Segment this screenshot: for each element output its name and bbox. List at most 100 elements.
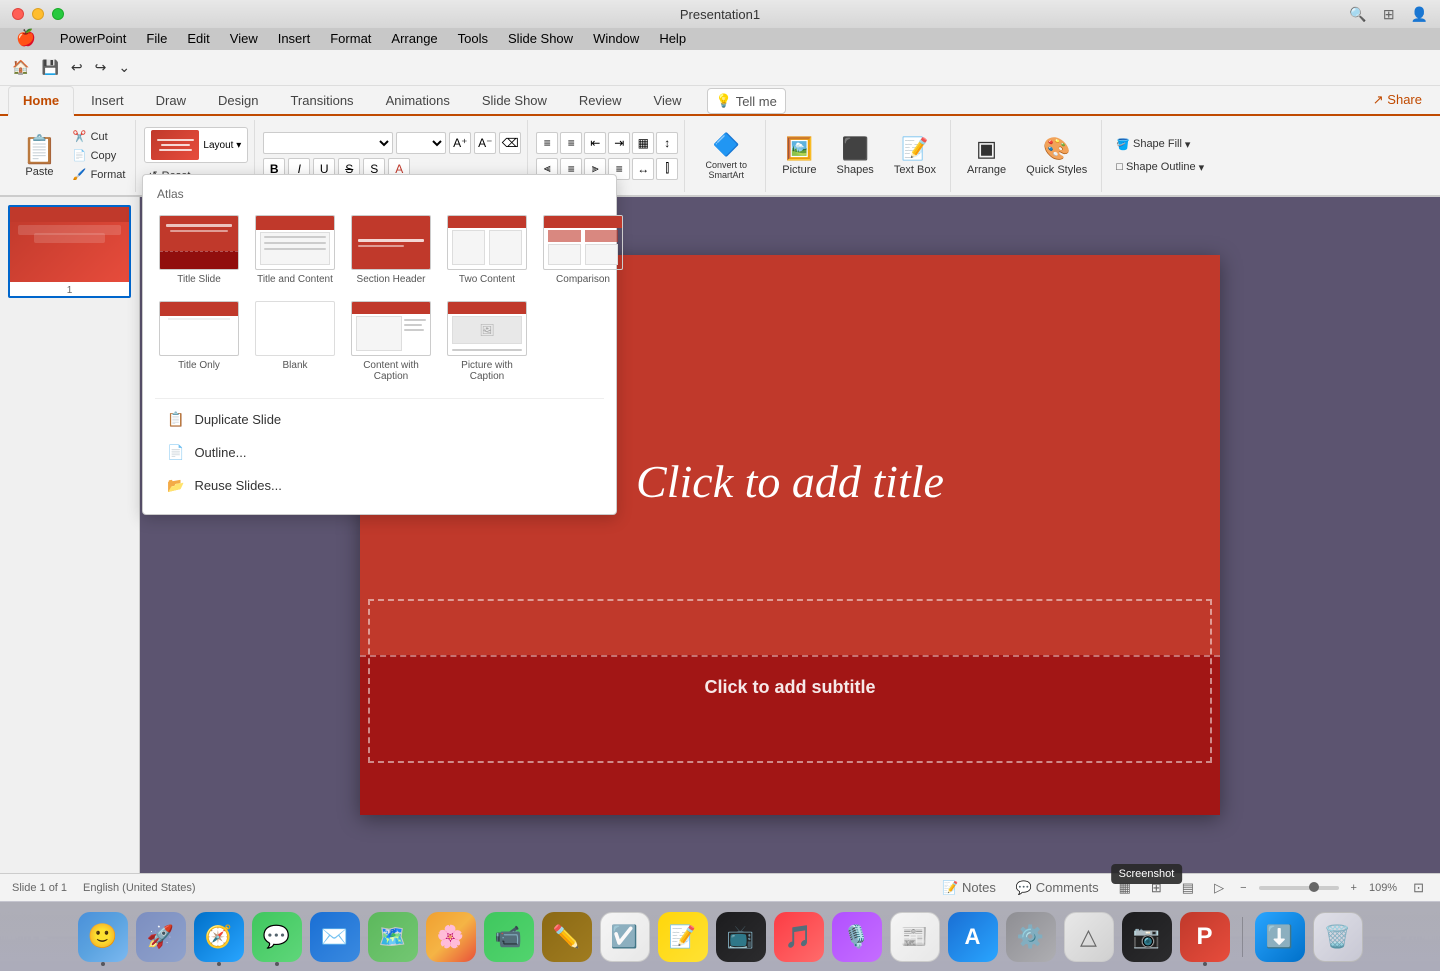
dock-music[interactable]: 🎵 bbox=[774, 912, 824, 962]
undo-icon[interactable]: ↩ bbox=[67, 57, 87, 78]
layout-blank[interactable]: Blank bbox=[251, 297, 339, 386]
dock-maps[interactable]: 🗺️ bbox=[368, 912, 418, 962]
tab-home[interactable]: Home bbox=[8, 86, 74, 116]
view-reading-button[interactable]: ▤ bbox=[1178, 878, 1198, 898]
dock-launchpad[interactable]: 🚀 bbox=[136, 912, 186, 962]
dock-messages[interactable]: 💬 bbox=[252, 912, 302, 962]
view-presenter-button[interactable]: ▷ bbox=[1210, 878, 1228, 898]
user-icon[interactable]: 👤 bbox=[1411, 6, 1428, 23]
dock-trash[interactable]: 🗑️ bbox=[1313, 912, 1363, 962]
font-size-increase[interactable]: A⁺ bbox=[449, 132, 471, 154]
apple-menu[interactable]: 🍎 bbox=[8, 28, 44, 50]
increase-indent[interactable]: ⇥ bbox=[608, 132, 630, 154]
menu-view[interactable]: View bbox=[222, 28, 266, 50]
menu-help[interactable]: Help bbox=[651, 28, 694, 50]
fit-window-button[interactable]: ⊡ bbox=[1409, 878, 1428, 898]
tab-slideshow[interactable]: Slide Show bbox=[467, 86, 562, 114]
layout-title-only[interactable]: Title Only bbox=[155, 297, 243, 386]
dock-safari[interactable]: 🧭 bbox=[194, 912, 244, 962]
notes-button[interactable]: 📝 Notes bbox=[938, 878, 1000, 898]
dock-photos[interactable]: 🌸 bbox=[426, 912, 476, 962]
font-family-select[interactable] bbox=[263, 132, 393, 154]
shape-fill-dropdown[interactable]: ▾ bbox=[1185, 138, 1191, 151]
redo-icon[interactable]: ↪ bbox=[91, 57, 111, 78]
shape-outline-dropdown[interactable]: ▾ bbox=[1199, 161, 1205, 174]
paste-button[interactable]: 📋 Paste bbox=[14, 129, 65, 182]
dock-freeform[interactable]: ✏️ bbox=[542, 912, 592, 962]
menu-arrange[interactable]: Arrange bbox=[383, 28, 445, 50]
dock-reminders[interactable]: ☑️ bbox=[600, 912, 650, 962]
dock-powerpoint[interactable]: P bbox=[1180, 912, 1230, 962]
font-size-decrease[interactable]: A⁻ bbox=[474, 132, 496, 154]
columns-button[interactable]: ▦ bbox=[632, 132, 654, 154]
dock-screenshot[interactable]: 📷 Screenshot bbox=[1122, 912, 1172, 962]
text-align-vertical[interactable]: ⫿ bbox=[656, 158, 678, 180]
clear-format-button[interactable]: ⌫ bbox=[499, 132, 521, 154]
tab-insert[interactable]: Insert bbox=[76, 86, 139, 114]
line-spacing[interactable]: ↕ bbox=[656, 132, 678, 154]
maximize-button[interactable] bbox=[52, 8, 64, 20]
minimize-button[interactable] bbox=[32, 8, 44, 20]
dock-facetime[interactable]: 📹 bbox=[484, 912, 534, 962]
textbox-button[interactable]: 📝 Text Box bbox=[886, 132, 944, 180]
layout-content-caption[interactable]: Content with Caption bbox=[347, 297, 435, 386]
dock-podcasts[interactable]: 🎙️ bbox=[832, 912, 882, 962]
save-icon[interactable]: 💾 bbox=[37, 57, 62, 78]
dock-system-prefs[interactable]: ⚙️ bbox=[1006, 912, 1056, 962]
view-slide-sorter-button[interactable]: ⊞ bbox=[1147, 878, 1166, 898]
shape-fill-button[interactable]: 🪣 Shape Fill ▾ bbox=[1110, 135, 1210, 154]
dock-appstore[interactable]: A bbox=[948, 912, 998, 962]
numbering-button[interactable]: ≡ bbox=[560, 132, 582, 154]
dock-store[interactable]: ⬇️ bbox=[1255, 912, 1305, 962]
menu-format[interactable]: Format bbox=[322, 28, 379, 50]
layout-comparison[interactable]: Comparison bbox=[539, 211, 627, 289]
format-button[interactable]: 🖌️ Format bbox=[69, 166, 130, 183]
menu-powerpoint[interactable]: PowerPoint bbox=[52, 28, 134, 50]
tab-draw[interactable]: Draw bbox=[141, 86, 201, 114]
tab-review[interactable]: Review bbox=[564, 86, 637, 114]
zoom-plus[interactable]: + bbox=[1351, 882, 1357, 894]
layout-title-slide[interactable]: Title Slide bbox=[155, 211, 243, 289]
font-size-select[interactable] bbox=[396, 132, 446, 154]
tab-design[interactable]: Design bbox=[203, 86, 273, 114]
close-button[interactable] bbox=[12, 8, 24, 20]
cut-button[interactable]: ✂️ Cut bbox=[69, 128, 130, 145]
dock-altool[interactable]: △ bbox=[1064, 912, 1114, 962]
bullets-button[interactable]: ≡ bbox=[536, 132, 558, 154]
comments-button[interactable]: 💬 Comments bbox=[1012, 878, 1103, 898]
shape-outline-button[interactable]: □ Shape Outline ▾ bbox=[1110, 158, 1210, 177]
duplicate-slide-item[interactable]: 📋 Duplicate Slide bbox=[155, 403, 604, 436]
zoom-slider[interactable] bbox=[1259, 886, 1339, 890]
menu-file[interactable]: File bbox=[138, 28, 175, 50]
slide-subtitle-area[interactable]: Click to add subtitle bbox=[360, 655, 1220, 815]
text-direction[interactable]: ↔ bbox=[632, 158, 654, 180]
home-icon[interactable]: 🏠 bbox=[8, 57, 33, 78]
quick-styles-button[interactable]: 🎨 Quick Styles bbox=[1018, 132, 1095, 180]
slide-title-placeholder[interactable]: Click to add title bbox=[636, 455, 944, 508]
zoom-level[interactable]: 109% bbox=[1369, 882, 1397, 894]
outline-item[interactable]: 📄 Outline... bbox=[155, 436, 604, 469]
layout-picture-caption[interactable]: 🖼 Picture with Caption bbox=[443, 297, 531, 386]
layout-section-header[interactable]: Section Header bbox=[347, 211, 435, 289]
layout-two-content[interactable]: Two Content bbox=[443, 211, 531, 289]
copy-button[interactable]: 📄 Copy bbox=[69, 147, 130, 164]
dock-mail[interactable]: ✉️ bbox=[310, 912, 360, 962]
dock-news[interactable]: 📰 bbox=[890, 912, 940, 962]
customize-icon[interactable]: ⌄ bbox=[114, 57, 134, 78]
control-center-icon[interactable]: ⊞ bbox=[1383, 6, 1395, 23]
zoom-minus[interactable]: − bbox=[1240, 882, 1246, 894]
menu-insert[interactable]: Insert bbox=[270, 28, 319, 50]
menu-window[interactable]: Window bbox=[585, 28, 647, 50]
decrease-indent[interactable]: ⇤ bbox=[584, 132, 606, 154]
menu-tools[interactable]: Tools bbox=[450, 28, 496, 50]
dock-finder[interactable]: 🙂 bbox=[78, 912, 128, 962]
dock-appletv[interactable]: 📺 bbox=[716, 912, 766, 962]
tell-me-button[interactable]: 💡 Tell me bbox=[707, 88, 786, 114]
slide-subtitle-placeholder[interactable]: Click to add subtitle bbox=[704, 677, 875, 698]
reuse-slides-item[interactable]: 📂 Reuse Slides... bbox=[155, 469, 604, 502]
arrange-button[interactable]: ▣ Arrange bbox=[959, 132, 1014, 180]
dock-notes[interactable]: 📝 bbox=[658, 912, 708, 962]
menu-slideshow[interactable]: Slide Show bbox=[500, 28, 581, 50]
tab-view[interactable]: View bbox=[639, 86, 697, 114]
tab-animations[interactable]: Animations bbox=[371, 86, 465, 114]
